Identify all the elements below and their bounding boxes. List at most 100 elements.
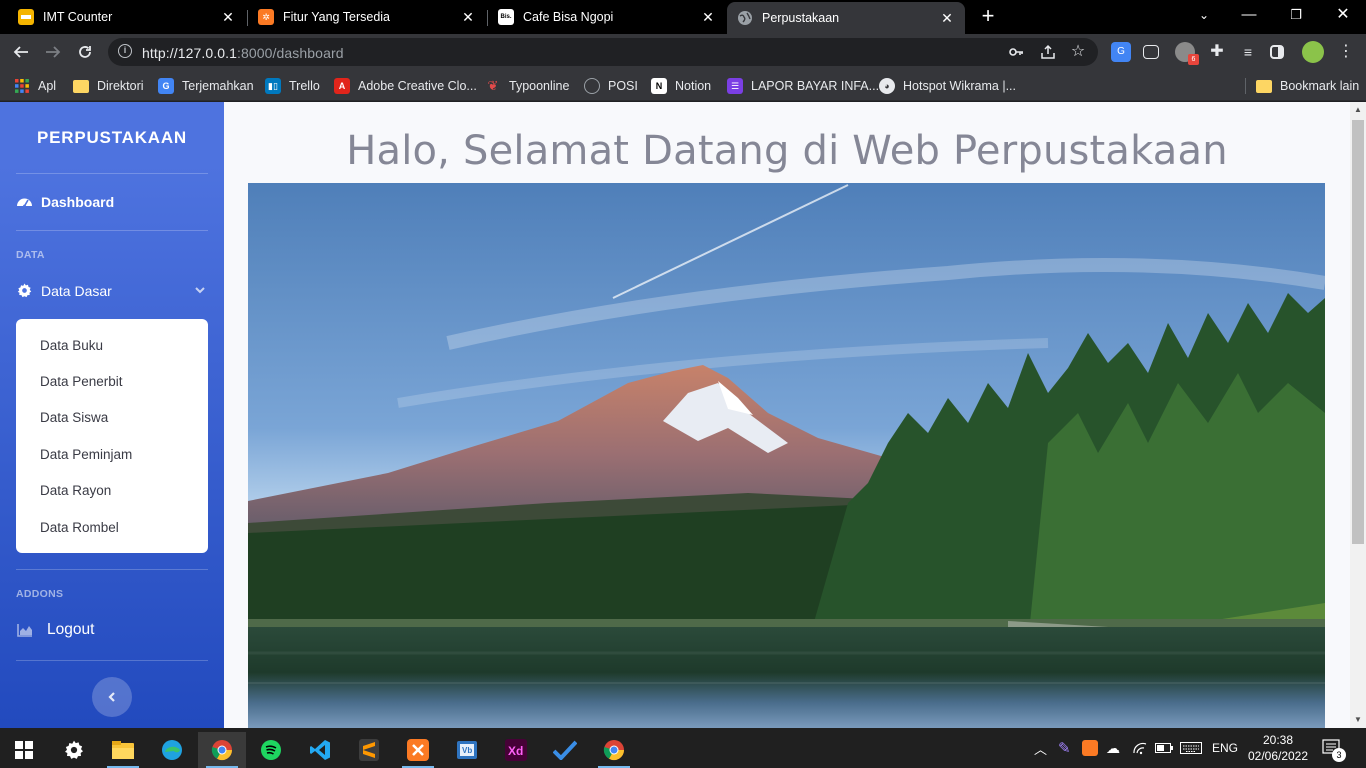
todo-taskbar-icon[interactable]: [541, 732, 589, 768]
show-hidden-icons-button[interactable]: ︿: [1034, 728, 1047, 768]
submenu-item-data-buku[interactable]: Data Buku: [40, 338, 103, 353]
side-panel-icon[interactable]: [1270, 45, 1284, 59]
close-tab-icon[interactable]: ✕: [700, 9, 716, 26]
svg-text:Vb: Vb: [462, 746, 472, 755]
bookmark-apl[interactable]: Apl: [14, 76, 56, 96]
notification-count-badge: 3: [1332, 748, 1346, 762]
submenu-item-data-siswa[interactable]: Data Siswa: [40, 410, 108, 425]
bookmark-notion[interactable]: N Notion: [651, 76, 711, 96]
start-button[interactable]: [0, 732, 48, 768]
bookmark-hotspot-wikrama[interactable]: ◕ Hotspot Wikrama |...: [879, 76, 1016, 96]
onedrive-tray-icon[interactable]: ☁: [1106, 728, 1120, 768]
svg-text:Xd: Xd: [508, 744, 523, 758]
settings-taskbar-icon[interactable]: [50, 732, 98, 768]
xampp-tray-icon[interactable]: [1082, 728, 1098, 768]
adobe-xd-taskbar-icon[interactable]: Xd: [492, 732, 540, 768]
bookmark-star-icon[interactable]: ☆: [1068, 42, 1088, 62]
spotify-taskbar-icon[interactable]: [247, 732, 295, 768]
pen-tray-icon[interactable]: ✎: [1058, 728, 1071, 768]
arrow-right-icon: [46, 46, 61, 58]
bookmark-lapor-bayar[interactable]: ☰ LAPOR BAYAR INFA...: [727, 76, 879, 96]
new-tab-button[interactable]: +: [976, 5, 1000, 29]
notification-center-button[interactable]: 3: [1322, 728, 1346, 768]
xampp-taskbar-icon[interactable]: [394, 732, 442, 768]
sidebar-divider: [16, 230, 208, 231]
scroll-up-icon[interactable]: ▲: [1350, 102, 1366, 118]
bookmark-other[interactable]: Bookmark lain: [1256, 76, 1359, 96]
edge-taskbar-icon[interactable]: [148, 732, 196, 768]
cookie-extension-icon[interactable]: 6: [1175, 42, 1199, 65]
submenu-item-data-rayon[interactable]: Data Rayon: [40, 483, 111, 498]
bookmark-label: Adobe Creative Clo...: [358, 79, 477, 93]
bookmark-label: Trello: [289, 79, 320, 93]
bisa-icon: Bis.: [498, 9, 514, 25]
back-button[interactable]: [8, 39, 34, 65]
tab-fitur-yang-tersedia[interactable]: ✲ Fitur Yang Tersedia ✕: [248, 2, 486, 32]
tab-cafe-bisa-ngopi[interactable]: Bis. Cafe Bisa Ngopi ✕: [488, 2, 726, 32]
bookmark-trello[interactable]: ▮▯ Trello: [265, 76, 320, 96]
bookmark-direktori[interactable]: Direktori: [73, 76, 144, 96]
browser-toolbar: i http://127.0.0.1:8000/dashboard ☆ G 6 …: [0, 34, 1366, 70]
profile-avatar[interactable]: [1302, 41, 1324, 63]
sidebar: PERPUSTAKAAN Dashboard DATA Data Dasar D…: [0, 102, 224, 728]
sidebar-item-data-dasar[interactable]: Data Dasar: [16, 282, 208, 299]
scroll-down-icon[interactable]: ▼: [1350, 712, 1366, 728]
typo-icon: ❦: [487, 78, 499, 93]
more-menu-icon[interactable]: ⋮: [1336, 42, 1356, 62]
virtualbox-taskbar-icon[interactable]: Vb: [443, 732, 491, 768]
sidebar-item-dashboard[interactable]: Dashboard: [16, 193, 114, 210]
bookmark-label: POSI: [608, 79, 638, 93]
chrome-2-taskbar-icon[interactable]: [590, 732, 638, 768]
submenu-item-data-peminjam[interactable]: Data Peminjam: [40, 447, 132, 462]
file-explorer-taskbar-icon[interactable]: [99, 732, 147, 768]
close-tab-icon[interactable]: ✕: [220, 9, 236, 26]
address-bar[interactable]: i http://127.0.0.1:8000/dashboard ☆: [108, 38, 1098, 66]
minimize-button[interactable]: —: [1226, 4, 1272, 28]
close-tab-icon[interactable]: ✕: [460, 9, 476, 26]
forward-button[interactable]: [40, 39, 66, 65]
submenu-item-data-rombel[interactable]: Data Rombel: [40, 520, 119, 535]
language-indicator[interactable]: ENG: [1212, 728, 1238, 768]
tab-imt-counter[interactable]: IMT Counter ✕: [8, 2, 246, 32]
reload-button[interactable]: [72, 39, 98, 65]
site-info-icon[interactable]: i: [118, 44, 132, 58]
chevron-left-icon: [108, 692, 115, 702]
url-text[interactable]: http://127.0.0.1:8000/dashboard: [142, 45, 344, 61]
media-control-icon[interactable]: ≡: [1238, 42, 1258, 62]
sidebar-brand[interactable]: PERPUSTAKAAN: [0, 128, 224, 148]
keyboard-tray-icon[interactable]: [1180, 728, 1202, 768]
translate-extension-icon[interactable]: G: [1111, 42, 1131, 62]
sublime-taskbar-icon[interactable]: [345, 732, 393, 768]
sidebar-item-logout[interactable]: Logout: [16, 621, 94, 639]
bookmark-label: Notion: [675, 79, 712, 93]
chrome-taskbar-icon[interactable]: [198, 732, 246, 768]
key-icon[interactable]: [1006, 42, 1026, 62]
vscode-taskbar-icon[interactable]: [296, 732, 344, 768]
bookmark-posi[interactable]: POSI: [584, 76, 638, 96]
bookmark-label: Apl: [38, 79, 57, 93]
chevron-down-icon: [194, 283, 206, 299]
bookmark-terjemahkan[interactable]: G Terjemahkan: [158, 76, 254, 96]
close-window-button[interactable]: ✕: [1320, 4, 1366, 28]
sidebar-heading-addons: ADDONS: [16, 588, 64, 600]
submenu-item-data-penerbit[interactable]: Data Penerbit: [40, 374, 123, 389]
bookmark-typoonline[interactable]: ❦ Typoonline: [485, 76, 570, 96]
scrollbar-thumb[interactable]: [1352, 120, 1364, 544]
share-icon[interactable]: [1038, 42, 1058, 62]
battery-tray-icon[interactable]: [1155, 728, 1173, 768]
close-tab-icon[interactable]: ✕: [939, 10, 955, 27]
sidebar-item-label: Logout: [47, 621, 95, 638]
wifi-tray-icon[interactable]: [1132, 728, 1148, 768]
tab-perpustakaan[interactable]: Perpustakaan ✕: [727, 2, 965, 34]
tab-search-icon[interactable]: ⌄: [1181, 4, 1227, 28]
restore-button[interactable]: ❐: [1273, 4, 1319, 28]
page-scrollbar[interactable]: ▲ ▼: [1350, 102, 1366, 728]
bookmark-adobe[interactable]: A Adobe Creative Clo...: [334, 76, 477, 96]
window-extension-icon[interactable]: [1143, 45, 1159, 59]
windows-taskbar: Vb Xd ︿ ✎ ☁ ENG 20:38 02/06/2022 3: [0, 728, 1366, 768]
gear-icon: [16, 282, 33, 299]
sidebar-toggle-button[interactable]: [92, 677, 132, 717]
clock[interactable]: 20:38 02/06/2022: [1248, 728, 1308, 768]
puzzle-extension-icon[interactable]: ✚: [1207, 42, 1227, 62]
browser-tab-strip: IMT Counter ✕ ✲ Fitur Yang Tersedia ✕ Bi…: [0, 0, 1366, 34]
